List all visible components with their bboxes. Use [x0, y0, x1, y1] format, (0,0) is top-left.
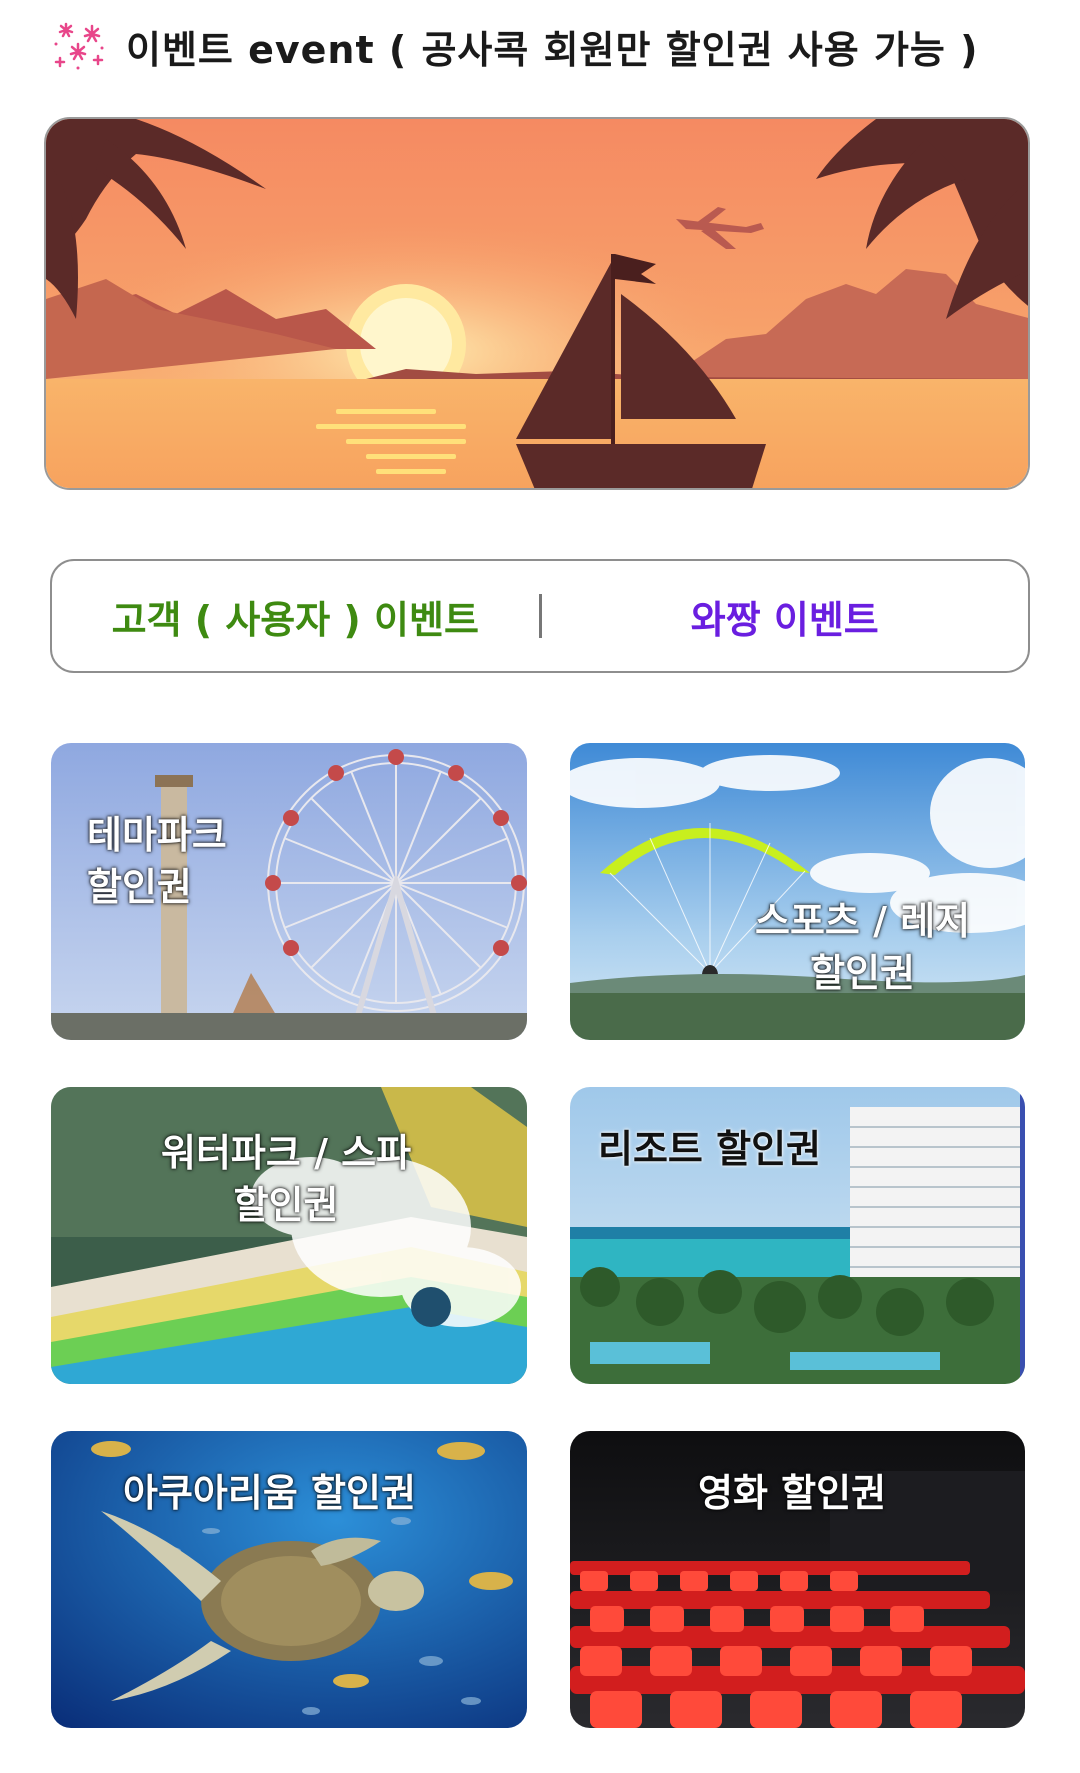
- card-label: 리조트 할인권: [598, 1127, 821, 1171]
- tab-customer-event[interactable]: 고객 ( 사용자 ) 이벤트: [52, 589, 539, 644]
- page-title: 이벤트 event ( 공사콕 회원만 할인권 사용 가능 ): [126, 27, 979, 72]
- event-tab-bar: 고객 ( 사용자 ) 이벤트 와짱 이벤트: [50, 559, 1030, 673]
- card-sports-leisure[interactable]: 스포츠 / 레저 할인권: [570, 743, 1025, 1040]
- card-theme-park[interactable]: 테마파크 할인권: [51, 743, 527, 1040]
- card-label: 영화 할인권: [698, 1471, 887, 1515]
- card-label: 스포츠 / 레저 할인권: [755, 899, 971, 995]
- card-label: 테마파크 할인권: [87, 813, 227, 909]
- tab-wazzang-event[interactable]: 와짱 이벤트: [542, 589, 1029, 644]
- card-aquarium[interactable]: 아쿠아리움 할인권: [51, 1431, 527, 1728]
- card-resort[interactable]: 리조트 할인권: [570, 1087, 1025, 1384]
- sunset-sailboat-illustration: [46, 119, 1028, 488]
- event-banner[interactable]: [44, 117, 1030, 490]
- card-label: 워터파크 / 스파 할인권: [161, 1131, 412, 1227]
- card-water-park[interactable]: 워터파크 / 스파 할인권: [51, 1087, 527, 1384]
- card-label: 아쿠아리움 할인권: [123, 1471, 416, 1515]
- card-movie[interactable]: 영화 할인권: [570, 1431, 1025, 1728]
- page-header: 이벤트 event ( 공사콕 회원만 할인권 사용 가능 ): [52, 18, 978, 74]
- fireworks-icon: [54, 22, 104, 70]
